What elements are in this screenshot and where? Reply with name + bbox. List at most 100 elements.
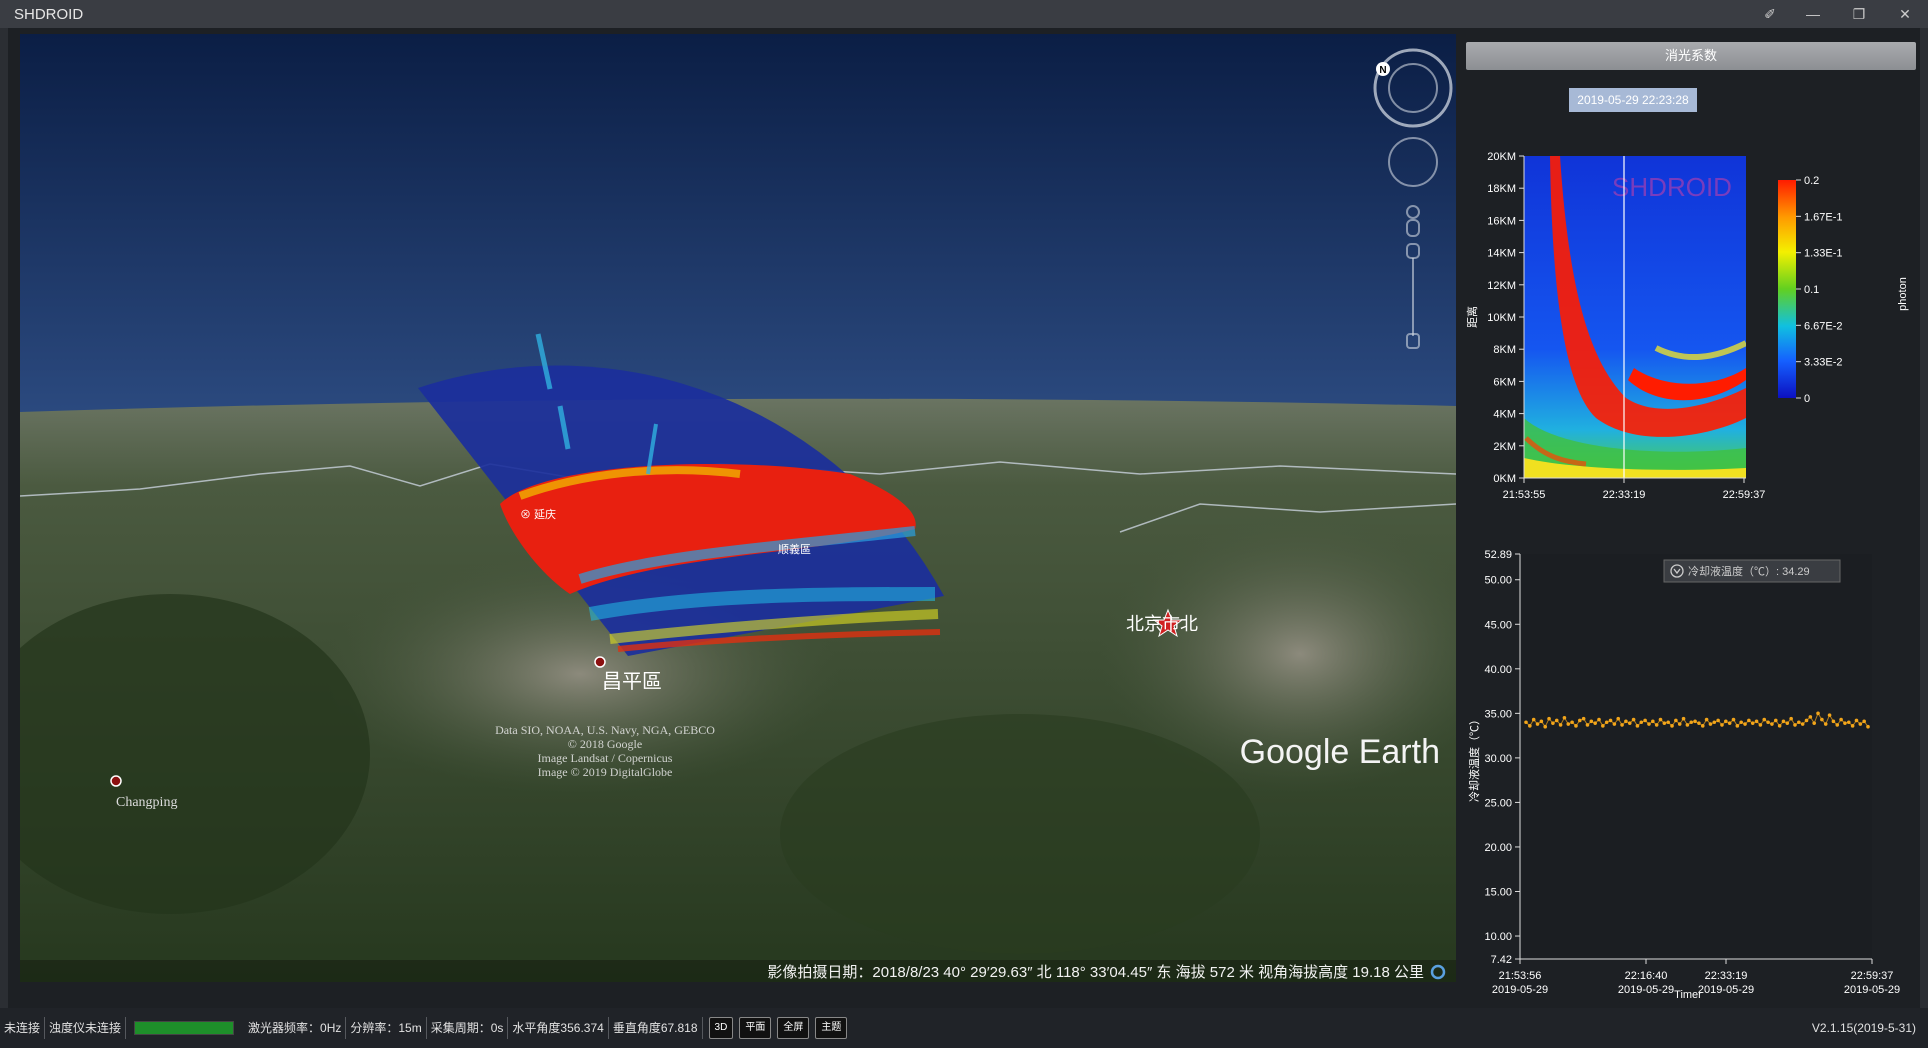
connection-status: 未连接 [0, 1017, 46, 1039]
temp-ytick-label: 40.00 [1484, 664, 1512, 676]
colorbar [1778, 180, 1796, 398]
temp-point [1823, 722, 1828, 726]
heatmap-ytick-label: 18KM [1487, 183, 1516, 195]
temperature-chart[interactable]: 52.89 50.00 45.00 40.00 35.00 30.00 25.00 20.00… [1456, 518, 1920, 998]
temp-point [1585, 723, 1590, 727]
temp-point [1831, 719, 1836, 724]
heatmap-ytick-label: 8KM [1493, 344, 1516, 356]
view-plane-button[interactable]: 平面 [739, 1017, 772, 1039]
info-bar: 影像拍摄日期：2018/8/23 40° 29′29.63″ 北 118° 33… [767, 964, 1424, 981]
temp-point [1789, 716, 1793, 721]
temp-point [1574, 724, 1578, 728]
temp-point [1850, 724, 1855, 728]
temp-point [1581, 716, 1586, 721]
temp-point [1739, 720, 1743, 725]
temp-point [1866, 724, 1870, 729]
temp-point [1654, 723, 1659, 727]
label-bottom-left: Changping [116, 795, 177, 810]
temp-xtick-time: 22:16:40 [1625, 970, 1668, 982]
attribution-line: © 2018 Google [568, 737, 642, 751]
temp-point [1666, 720, 1670, 725]
heatmap-ytick-label: 12KM [1487, 280, 1516, 292]
temp-point [1539, 719, 1544, 724]
temp-xtick-time: 22:33:19 [1705, 970, 1748, 982]
temp-ytick-label: 50.00 [1484, 575, 1512, 587]
temp-point [1624, 719, 1628, 724]
temp-point [1800, 722, 1805, 726]
earth-view[interactable]: ⊗ 延庆 顺義區 昌平區 北京市北 Changping Data SIO, NO… [20, 34, 1456, 982]
temp-point [1785, 721, 1790, 725]
temp-point [1700, 724, 1705, 728]
chart-watermark: SHDROID [1612, 172, 1732, 202]
temp-point [1797, 720, 1801, 725]
heatmap-ytick-label: 20KM [1487, 151, 1516, 163]
google-earth-logo: Google Earth [1240, 733, 1440, 771]
pin-icon[interactable]: ✐ [1750, 0, 1790, 28]
colorbar-tick-label: 3.33E-2 [1804, 357, 1843, 369]
heatmap-xticks: 21:53:552019-05-2922:33:192019-05-2922:5… [1503, 478, 1765, 498]
temp-xtick-date: 2019-05-29 [1844, 984, 1900, 996]
mountains-south [780, 714, 1260, 954]
app-title: SHDROID [14, 5, 84, 23]
temp-point [1604, 720, 1609, 725]
temp-point [1685, 723, 1690, 727]
temp-point [1693, 719, 1697, 724]
north-letter: N [1379, 65, 1386, 76]
extinction-chart[interactable]: SHDROID 0KM 2KM 4KM 6KM 8KM 10KM 12KM 14KM 16KM 1… [1456, 118, 1920, 498]
fullscreen-button[interactable]: 全屏 [777, 1017, 810, 1039]
temp-point [1681, 716, 1686, 721]
temp-point [1862, 719, 1866, 724]
temp-point [1743, 722, 1747, 726]
temp-point [1816, 711, 1820, 716]
temp-point [1839, 717, 1843, 722]
temp-xtick-date: 2019-05-29 [1698, 984, 1754, 996]
attribution-line: Image Landsat / Copernicus [538, 751, 673, 765]
temp-point [1647, 722, 1651, 726]
temp-point [1827, 713, 1832, 717]
temp-point [1635, 724, 1640, 728]
heatmap-ytick-label: 10KM [1487, 312, 1516, 324]
temp-point [1766, 720, 1770, 725]
selected-time-badge[interactable]: 2019-05-29 22:23:28 [1569, 88, 1697, 112]
temp-point [1724, 719, 1728, 724]
heatmap-ytick-label: 2KM [1493, 441, 1516, 453]
status-bar: 未连接 浊度仪未连接 激光器频率：0Hz 分辨率：15m 采集周期：0s 水平角… [0, 1008, 1928, 1048]
temp-point [1670, 724, 1674, 728]
close-icon[interactable]: ✕ [1882, 0, 1928, 28]
temp-xtick-date: 2019-05-29 [1492, 984, 1548, 996]
colorbar-label: photon [1897, 277, 1909, 311]
temp-point [1689, 720, 1694, 725]
changping-marker[interactable] [594, 656, 606, 668]
temp-yticks: 52.89 50.00 45.00 40.00 35.00 30.00 25.00 20.00… [1484, 549, 1520, 966]
temp-point [1570, 720, 1574, 725]
temp-point [1731, 717, 1736, 722]
temp-point [1589, 719, 1594, 724]
temp-legend[interactable]: 冷却液温度（℃）: 34.29 [1663, 559, 1841, 583]
temp-point [1835, 723, 1840, 727]
temp-point [1612, 722, 1617, 726]
view-3d-button[interactable]: 3D [708, 1017, 734, 1039]
restore-icon[interactable]: ❐ [1836, 0, 1882, 28]
temp-ytick-label: 10.00 [1484, 931, 1512, 943]
heatmap-ytick-label: 14KM [1487, 248, 1516, 260]
temp-point [1593, 721, 1597, 725]
temp-point [1601, 724, 1605, 728]
temp-point [1712, 720, 1717, 725]
label-shunyi: 顺義區 [778, 542, 811, 556]
temp-xlabel: Timer [1674, 989, 1702, 998]
collection-period: 采集周期：0s [427, 1017, 509, 1039]
temp-point [1754, 719, 1759, 724]
place-marker[interactable] [110, 775, 122, 787]
temp-point [1562, 715, 1567, 720]
horizontal-angle: 水平角度356.374 [508, 1017, 609, 1039]
temp-xtick-time: 22:59:37 [1851, 970, 1894, 982]
temp-point [1854, 718, 1859, 723]
title-bar: SHDROID ✐ — ❐ ✕ [0, 0, 1928, 28]
heatmap-xtick-time: 21:53:55 [1503, 489, 1546, 498]
colorbar-tick-label: 1.67E-1 [1804, 211, 1843, 223]
heatmap-ylabel: 距离 [1465, 306, 1479, 328]
theme-button[interactable]: 主题 [815, 1017, 848, 1039]
minimize-icon[interactable]: — [1790, 0, 1836, 28]
temp-point [1524, 720, 1528, 725]
colorbar-tick-label: 0.2 [1804, 175, 1819, 187]
